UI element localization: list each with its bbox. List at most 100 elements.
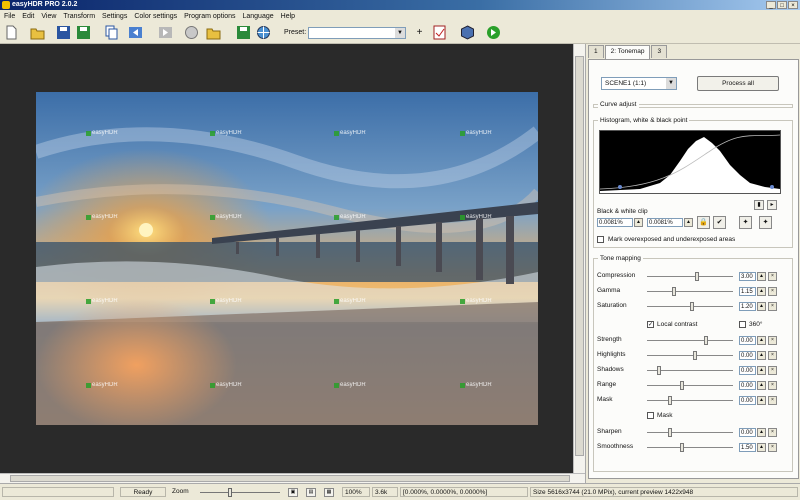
vertical-scrollbar[interactable]: [573, 44, 585, 473]
mask-slider[interactable]: [647, 396, 733, 405]
360-checkbox[interactable]: [739, 321, 746, 328]
strength-slider[interactable]: [647, 336, 733, 345]
gamma-value[interactable]: 1.15: [739, 287, 756, 296]
menu-program-options[interactable]: Program options: [184, 13, 235, 20]
menu-language[interactable]: Language: [242, 13, 273, 20]
menu-edit[interactable]: Edit: [22, 13, 34, 20]
black-clip-field[interactable]: 0.0081%: [597, 218, 633, 227]
saturation-reset-icon[interactable]: ×: [768, 302, 777, 311]
scroll-thumb[interactable]: [575, 56, 584, 456]
menu-settings[interactable]: Settings: [102, 13, 127, 20]
sharpen-value[interactable]: 0.00: [739, 428, 756, 437]
compression-spinner-icon[interactable]: ▲: [757, 272, 766, 281]
menu-view[interactable]: View: [41, 13, 56, 20]
highlights-spinner-icon[interactable]: ▲: [757, 351, 766, 360]
mask-checkbox[interactable]: [647, 412, 654, 419]
mark-areas-checkbox[interactable]: [597, 236, 604, 243]
strength-slider-knob[interactable]: [704, 336, 708, 345]
auto-white-icon[interactable]: ✦: [759, 216, 772, 229]
menu-color-settings[interactable]: Color settings: [134, 13, 177, 20]
white-clip-spinner[interactable]: ▲: [684, 218, 693, 227]
smoothness-slider-knob[interactable]: [680, 443, 684, 452]
compression-reset-icon[interactable]: ×: [768, 272, 777, 281]
smoothness-spinner-icon[interactable]: ▲: [757, 443, 766, 452]
strength-spinner-icon[interactable]: ▲: [757, 336, 766, 345]
preset-select[interactable]: ▼: [308, 27, 406, 39]
highlights-slider[interactable]: [647, 351, 733, 360]
chevron-down-icon[interactable]: ▼: [395, 28, 405, 38]
histogram[interactable]: [599, 130, 781, 194]
save-icon[interactable]: [56, 25, 71, 40]
tab-1[interactable]: 1: [588, 45, 604, 58]
check-icon[interactable]: ✔: [713, 216, 726, 229]
menu-file[interactable]: File: [4, 13, 15, 20]
black-clip-spinner[interactable]: ▲: [634, 218, 643, 227]
3d-icon[interactable]: [460, 25, 475, 40]
mask-slider-knob[interactable]: [668, 396, 672, 405]
range-spinner-icon[interactable]: ▲: [757, 381, 766, 390]
shadows-spinner-icon[interactable]: ▲: [757, 366, 766, 375]
sharpen-slider-knob[interactable]: [668, 428, 672, 437]
white-clip-field[interactable]: 0.0081%: [647, 218, 683, 227]
range-slider-knob[interactable]: [680, 381, 684, 390]
range-value[interactable]: 0.00: [739, 381, 756, 390]
open-icon[interactable]: [30, 25, 45, 40]
maximize-button[interactable]: □: [777, 1, 787, 9]
horizontal-scrollbar[interactable]: [0, 473, 585, 483]
compression-value[interactable]: 3.00: [739, 272, 756, 281]
forward-icon[interactable]: [158, 25, 173, 40]
highlights-slider-knob[interactable]: [693, 351, 697, 360]
saturation-slider-knob[interactable]: [690, 302, 694, 311]
save-as-icon[interactable]: [76, 25, 91, 40]
auto-black-icon[interactable]: ✦: [739, 216, 752, 229]
chevron-down-icon[interactable]: ▼: [666, 78, 676, 89]
mask-reset-icon[interactable]: ×: [768, 396, 777, 405]
local-contrast-checkbox[interactable]: ✓: [647, 321, 654, 328]
strength-reset-icon[interactable]: ×: [768, 336, 777, 345]
go-icon[interactable]: [486, 25, 501, 40]
histogram-reset-icon[interactable]: ▸: [767, 200, 777, 210]
smoothness-reset-icon[interactable]: ×: [768, 443, 777, 452]
gamma-slider-knob[interactable]: [672, 287, 676, 296]
range-reset-icon[interactable]: ×: [768, 381, 777, 390]
tab-3[interactable]: 3: [651, 45, 668, 58]
mask-spinner-icon[interactable]: ▲: [757, 396, 766, 405]
shadows-reset-icon[interactable]: ×: [768, 366, 777, 375]
strength-value[interactable]: 0.00: [739, 336, 756, 345]
actual-size-icon[interactable]: ▤: [306, 488, 316, 497]
range-slider[interactable]: [647, 381, 733, 390]
close-button[interactable]: ×: [788, 1, 798, 9]
web-icon[interactable]: [256, 25, 271, 40]
compression-slider[interactable]: [647, 272, 733, 281]
fit-icon[interactable]: ▣: [288, 488, 298, 497]
zoom-icon[interactable]: ▦: [324, 488, 334, 497]
smoothness-slider[interactable]: [647, 443, 733, 452]
add-preset-button[interactable]: +: [412, 25, 427, 40]
sharpen-slider[interactable]: [647, 428, 733, 437]
saturation-slider[interactable]: [647, 302, 733, 311]
lock-icon[interactable]: 🔒: [697, 216, 710, 229]
menu-transform[interactable]: Transform: [63, 13, 95, 20]
saturation-value[interactable]: 1.20: [739, 302, 756, 311]
gamma-slider[interactable]: [647, 287, 733, 296]
export-icon[interactable]: [236, 25, 251, 40]
saturation-spinner-icon[interactable]: ▲: [757, 302, 766, 311]
batch-icon[interactable]: [184, 25, 199, 40]
mask-value[interactable]: 0.00: [739, 396, 756, 405]
copy-icon[interactable]: [104, 25, 119, 40]
print-icon[interactable]: [432, 25, 447, 40]
highlights-reset-icon[interactable]: ×: [768, 351, 777, 360]
highlights-value[interactable]: 0.00: [739, 351, 756, 360]
minimize-button[interactable]: _: [766, 1, 776, 9]
zoom-slider-knob[interactable]: [228, 488, 232, 497]
smoothness-value[interactable]: 1.50: [739, 443, 756, 452]
menu-help[interactable]: Help: [281, 13, 295, 20]
profile-select[interactable]: SCENE1 (1:1) ▼: [601, 77, 677, 90]
scroll-thumb[interactable]: [10, 475, 570, 482]
process-all-button[interactable]: Process all: [697, 76, 779, 91]
back-icon[interactable]: [128, 25, 143, 40]
shadows-value[interactable]: 0.00: [739, 366, 756, 375]
zoom-slider[interactable]: [200, 488, 280, 497]
open-folder-icon[interactable]: [206, 25, 221, 40]
tab-tonemap[interactable]: 2: Tonemap: [604, 45, 651, 59]
